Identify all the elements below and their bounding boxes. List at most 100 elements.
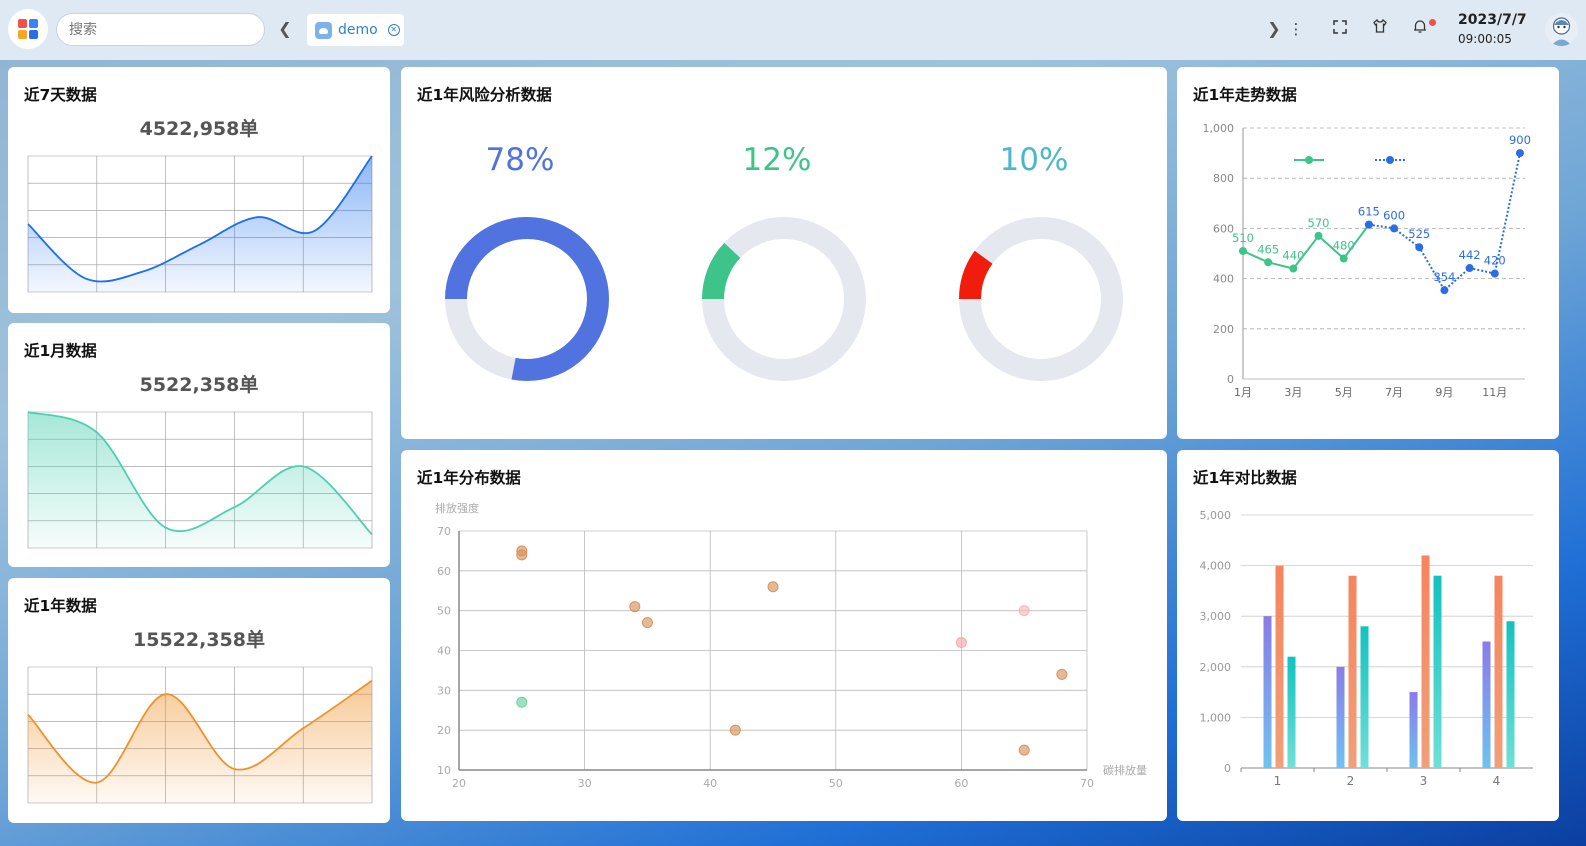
scatter-point [641,617,653,629]
donut-track [702,217,866,381]
theme-shirt-icon[interactable] [1369,18,1391,40]
data-label: 420 [1484,254,1506,268]
y-tick-label: 5,000 [1200,509,1232,522]
y-tick-label: 0 [1227,373,1234,386]
data-label: 480 [1333,239,1355,253]
card-trend: 近1年走势数据 0 200 400 600 800 1,000 1月 3月 5月 7月 9月 11月 5… [1177,67,1559,439]
y-tick-label: 60 [437,565,451,578]
cloud-icon [315,21,332,39]
scatter-point [1018,744,1030,756]
bar [1433,575,1442,768]
x-tick-label: 2 [1347,774,1355,788]
tab-demo[interactable]: demo ✕ [307,14,404,46]
x-tick-label: 9月 [1435,386,1453,399]
y-tick-label: 4,000 [1200,560,1232,573]
bar [1348,575,1357,768]
top-bar: ❮ demo ✕ ❯ ⋮ 2023/7/7 09:00:05 [0,0,1586,60]
donut-track [959,217,1123,381]
y-tick-label: 40 [437,645,451,658]
app-logo[interactable] [8,9,48,49]
area-chart [27,666,373,804]
y-tick-label: 30 [437,684,451,697]
card-scatter: 近1年分布数据 10 20 30 40 50 60 70 20 30 40 50 60 70 排放强度 碳排… [401,450,1167,821]
avatar[interactable] [1545,13,1578,46]
data-point [1440,286,1449,295]
y-tick-label: 1,000 [1203,122,1235,135]
donut-percent-label: 10% [1000,142,1069,178]
y-tick-label: 70 [437,525,451,538]
x-tick-label: 5月 [1335,386,1353,399]
fullscreen-icon[interactable] [1329,18,1351,40]
x-tick-label: 11月 [1482,386,1507,399]
donut-percent-label: 78% [486,142,555,178]
bar [1482,641,1491,768]
x-axis-label: 碳排放量 [1103,763,1147,777]
y-tick-label: 10 [437,764,451,777]
close-icon[interactable]: ✕ [387,24,400,36]
tab-label: demo [338,22,378,38]
y-tick-label: 20 [437,724,451,737]
bar [1263,616,1272,768]
card-risk: 近1年风险分析数据 78% 12% 10% [401,67,1167,439]
data-point [1264,258,1273,267]
more-vertical-icon[interactable]: ⋮ [1285,18,1307,40]
data-point [1339,254,1348,263]
data-point [1515,149,1524,158]
scatter-point [1018,605,1030,617]
scatter-point [767,581,779,593]
scatter-point [516,696,528,708]
data-label: 465 [1257,242,1279,256]
data-point [1239,246,1247,255]
tabs-scroll-right-icon[interactable]: ❯ [1264,17,1284,41]
bar [1360,626,1369,768]
bar [1506,621,1515,768]
x-tick-label: 3 [1420,774,1428,788]
card-title: 近1月数据 [24,342,97,360]
donut-percent-label: 12% [743,142,812,178]
area-chart [27,155,373,293]
card-compare: 近1年对比数据 0 1,000 2,000 3,000 4,000 5,000 1 2 3 4 [1177,450,1559,821]
data-point [1314,231,1323,240]
data-label: 442 [1459,248,1481,262]
legend-marker [1305,156,1313,164]
y-tick-label: 2,000 [1200,661,1232,674]
x-tick-label: 30 [578,777,592,790]
data-label: 615 [1358,205,1380,219]
tabs-scroll-left-icon[interactable]: ❮ [275,17,295,41]
bar-chart: 0 1,000 2,000 3,000 4,000 5,000 1 2 3 4 [1200,509,1533,788]
user-avatar-icon [1551,17,1572,46]
logo-square-icon [18,19,27,28]
data-point [1490,269,1499,278]
y-tick-label: 800 [1213,172,1234,185]
line-chart: 0 200 400 600 800 1,000 1月 3月 5月 7月 9月 11月 510465 440… [1203,122,1531,399]
x-tick-label: 40 [703,777,717,790]
y-tick-label: 3,000 [1200,610,1232,623]
card-total: 5522,358单 [139,374,259,396]
donut-charts: 78% 12% 10% [445,142,1123,381]
scatter-point [729,724,741,736]
x-tick-label: 50 [829,777,843,790]
notification-dot [1429,19,1436,26]
data-point [1364,220,1373,229]
x-tick-label: 1 [1274,774,1282,788]
y-tick-label: 200 [1213,323,1234,336]
card-total: 15522,358单 [133,629,265,651]
logo-square-icon [29,19,38,28]
scatter-point [629,601,641,613]
bar [1494,575,1503,768]
area-fill [28,680,372,803]
y-tick-label: 0 [1224,762,1231,775]
x-tick-label: 7月 [1385,386,1403,399]
scatter-chart: 1020304050607020 30 40 50 60 70排放强度碳排放量 [435,501,1147,790]
card-week: 近7天数据 4522,958单 [8,67,390,313]
card-title: 近7天数据 [24,86,97,104]
x-tick-label: 4 [1493,774,1501,788]
bell-icon[interactable] [1409,18,1431,40]
x-tick-label: 20 [452,777,466,790]
area-fill [28,156,372,292]
search-input[interactable] [56,13,265,46]
area-fill [28,412,372,548]
card-year: 近1年数据 15522,358单 [8,578,390,823]
data-label: 525 [1408,227,1430,241]
y-tick-label: 400 [1213,273,1234,286]
